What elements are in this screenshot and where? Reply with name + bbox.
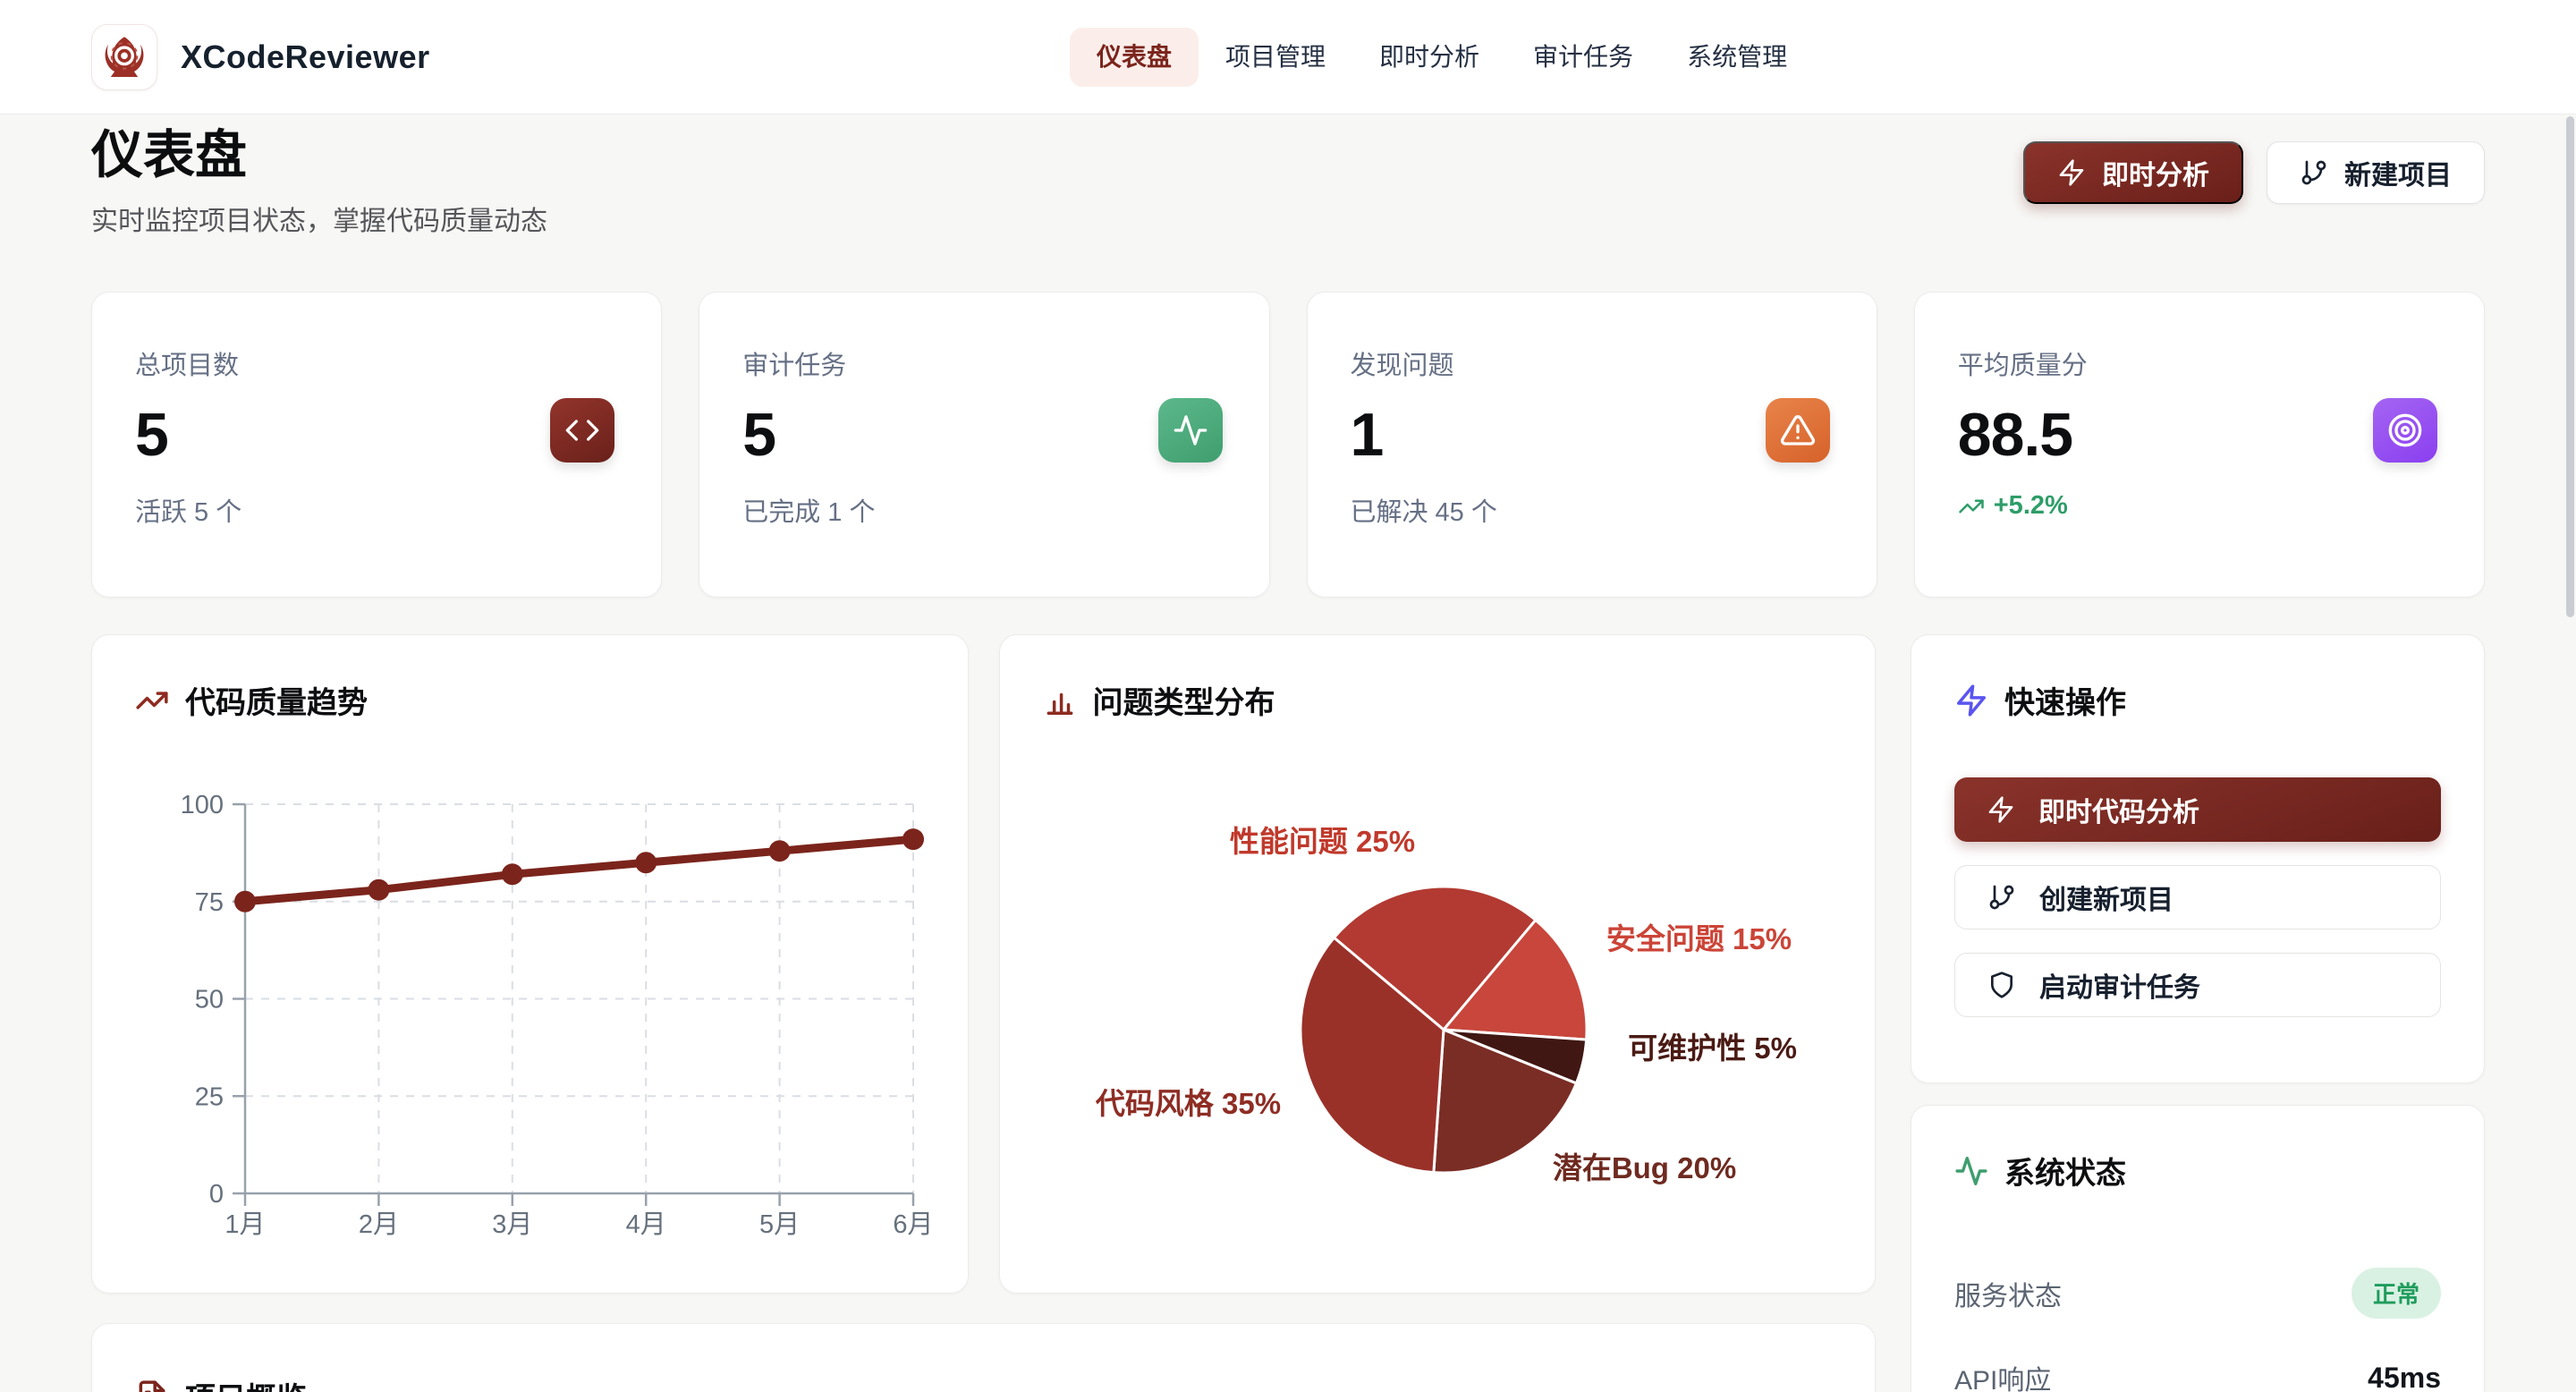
svg-text:4月: 4月 xyxy=(626,1210,666,1239)
activity-icon xyxy=(1158,398,1223,463)
svg-text:0: 0 xyxy=(209,1180,224,1209)
charts-row: 代码质量趋势 02550751001月2月3月4月5月6月 问题类型分布 性能问 xyxy=(91,634,1876,1294)
status-row-api: API响应 45ms xyxy=(1954,1358,2441,1392)
quick-actions-card: 快速操作 即时代码分析 创建新项目 xyxy=(1911,634,2485,1083)
stat-trend: +5.2% xyxy=(1958,491,2441,521)
nav-item-system[interactable]: 系统管理 xyxy=(1660,28,1814,87)
pie-label-performance: 性能问题 25% xyxy=(1230,818,1415,861)
nav-menu: 仪表盘 项目管理 即时分析 审计任务 系统管理 xyxy=(1070,0,1814,115)
zap-icon xyxy=(2057,158,2086,187)
activity-icon xyxy=(1954,1154,1988,1188)
issue-distribution-card: 问题类型分布 性能问题 25% 安全问题 15% 可维护性 5% 潜在Bug 2… xyxy=(999,634,1877,1294)
pie-label-security: 安全问题 15% xyxy=(1606,915,1792,958)
side-column: 快速操作 即时代码分析 创建新项目 xyxy=(1911,634,2485,1392)
stat-card-avg-quality: 平均质量分 88.5 +5.2% xyxy=(1914,292,2485,598)
nav-item-audit-tasks[interactable]: 审计任务 xyxy=(1506,28,1660,87)
stat-sub: 已解决 45 个 xyxy=(1351,491,1834,529)
svg-text:5月: 5月 xyxy=(759,1210,800,1239)
main-grid: 代码质量趋势 02550751001月2月3月4月5月6月 问题类型分布 性能问 xyxy=(91,634,2485,1392)
svg-text:1月: 1月 xyxy=(225,1210,265,1239)
trending-up-icon xyxy=(135,683,169,717)
create-project-button[interactable]: 创建新项目 xyxy=(1954,865,2441,929)
stat-value: 1 xyxy=(1351,400,1834,470)
quality-trend-card: 代码质量趋势 0 25 50 75 100 1月 2月 3月 4月 5月 6月 xyxy=(91,634,969,1294)
pie-label-maintainability: 可维护性 5% xyxy=(1628,1024,1797,1067)
stat-label: 审计任务 xyxy=(742,344,1225,382)
card-title-row: 问题类型分布 xyxy=(1043,678,1833,722)
pie-chart-area: 性能问题 25% 安全问题 15% 可维护性 5% 潜在Bug 20% 代码风格… xyxy=(1000,635,1876,1293)
brand-name: XCodeReviewer xyxy=(181,38,430,76)
stat-value: 5 xyxy=(135,400,618,470)
svg-text:50: 50 xyxy=(195,986,224,1014)
svg-text:2月: 2月 xyxy=(359,1210,399,1239)
code-icon xyxy=(550,398,614,463)
card-title: 问题类型分布 xyxy=(1093,678,1275,722)
header-actions: 即时分析 新建项目 xyxy=(2023,141,2485,204)
svg-text:25: 25 xyxy=(195,1082,224,1111)
status-badge: 正常 xyxy=(2351,1268,2441,1319)
card-title-row: 项目概览 xyxy=(135,1374,1832,1392)
status-rows: 服务状态 正常 API响应 45ms xyxy=(1954,1268,2441,1392)
stat-label: 发现问题 xyxy=(1351,344,1834,382)
card-title-row: 代码质量趋势 xyxy=(135,678,925,722)
status-row-service: 服务状态 正常 xyxy=(1954,1268,2441,1319)
nav-item-dashboard[interactable]: 仪表盘 xyxy=(1070,28,1199,87)
card-title: 项目概览 xyxy=(185,1374,307,1392)
svg-text:3月: 3月 xyxy=(492,1210,532,1239)
file-text-icon xyxy=(135,1379,169,1392)
start-audit-button[interactable]: 启动审计任务 xyxy=(1954,953,2441,1017)
bar-chart-icon xyxy=(1043,683,1077,717)
pie-label-potential-bug: 潜在Bug 20% xyxy=(1553,1144,1736,1187)
svg-text:75: 75 xyxy=(195,888,224,917)
zap-icon xyxy=(1987,795,2015,824)
stat-label: 总项目数 xyxy=(135,344,618,382)
scrollbar[interactable] xyxy=(2566,116,2574,617)
stat-sub: 已完成 1 个 xyxy=(742,491,1225,529)
alert-triangle-icon xyxy=(1766,398,1830,463)
new-project-button[interactable]: 新建项目 xyxy=(2267,141,2485,204)
stats-row: 总项目数 5 活跃 5 个 审计任务 5 已完成 1 个 发现问题 1 已解决 … xyxy=(91,292,2485,598)
stat-value: 88.5 xyxy=(1958,400,2441,470)
card-title-row: 快速操作 xyxy=(1954,678,2441,722)
stat-card-issues-found: 发现问题 1 已解决 45 个 xyxy=(1307,292,1877,598)
quality-trend-line-chart: 0 25 50 75 100 1月 2月 3月 4月 5月 6月 xyxy=(135,781,929,1264)
trending-up-icon xyxy=(1958,493,1985,520)
stat-sub: 活跃 5 个 xyxy=(135,491,618,529)
git-branch-icon xyxy=(1987,883,2016,912)
system-status-card: 系统状态 服务状态 正常 API响应 45ms xyxy=(1911,1105,2485,1392)
stat-value: 5 xyxy=(742,400,1225,470)
pie-label-code-style: 代码风格 35% xyxy=(1096,1080,1281,1123)
page-subtitle: 实时监控项目状态，掌握代码质量动态 xyxy=(91,199,2485,238)
zap-icon xyxy=(1954,683,1988,717)
phoenix-logo-icon xyxy=(91,24,157,90)
dashboard-page: XCodeReviewer 仪表盘 项目管理 即时分析 审计任务 系统管理 仪表… xyxy=(0,0,2576,1392)
svg-text:100: 100 xyxy=(181,791,224,819)
instant-code-analysis-button[interactable]: 即时代码分析 xyxy=(1954,777,2441,842)
nav-item-projects[interactable]: 项目管理 xyxy=(1199,28,1352,87)
page-header: 仪表盘 实时监控项目状态，掌握代码质量动态 即时分析 新建项目 xyxy=(0,115,2576,238)
top-navbar: XCodeReviewer 仪表盘 项目管理 即时分析 审计任务 系统管理 xyxy=(0,0,2576,115)
target-icon xyxy=(2373,398,2437,463)
stat-card-total-projects: 总项目数 5 活跃 5 个 xyxy=(91,292,662,598)
project-overview-card: 项目概览 xyxy=(91,1323,1876,1392)
stat-card-audit-tasks: 审计任务 5 已完成 1 个 xyxy=(699,292,1269,598)
main-column: 代码质量趋势 02550751001月2月3月4月5月6月 问题类型分布 性能问 xyxy=(91,634,1876,1392)
card-title: 系统状态 xyxy=(2004,1149,2126,1193)
quick-action-list: 即时代码分析 创建新项目 启动审计任务 xyxy=(1954,777,2441,1017)
svg-text:6月: 6月 xyxy=(893,1210,929,1239)
brand[interactable]: XCodeReviewer xyxy=(91,24,430,90)
card-title-row: 系统状态 xyxy=(1954,1149,2441,1193)
git-branch-icon xyxy=(2300,158,2328,187)
issue-distribution-pie-chart xyxy=(1000,635,1877,1294)
shield-icon xyxy=(1987,971,2016,999)
nav-item-instant-analysis[interactable]: 即时分析 xyxy=(1352,28,1506,87)
instant-analysis-button[interactable]: 即时分析 xyxy=(2023,141,2243,204)
stat-label: 平均质量分 xyxy=(1958,344,2441,382)
card-title: 快速操作 xyxy=(2004,678,2126,722)
card-title: 代码质量趋势 xyxy=(185,678,368,722)
